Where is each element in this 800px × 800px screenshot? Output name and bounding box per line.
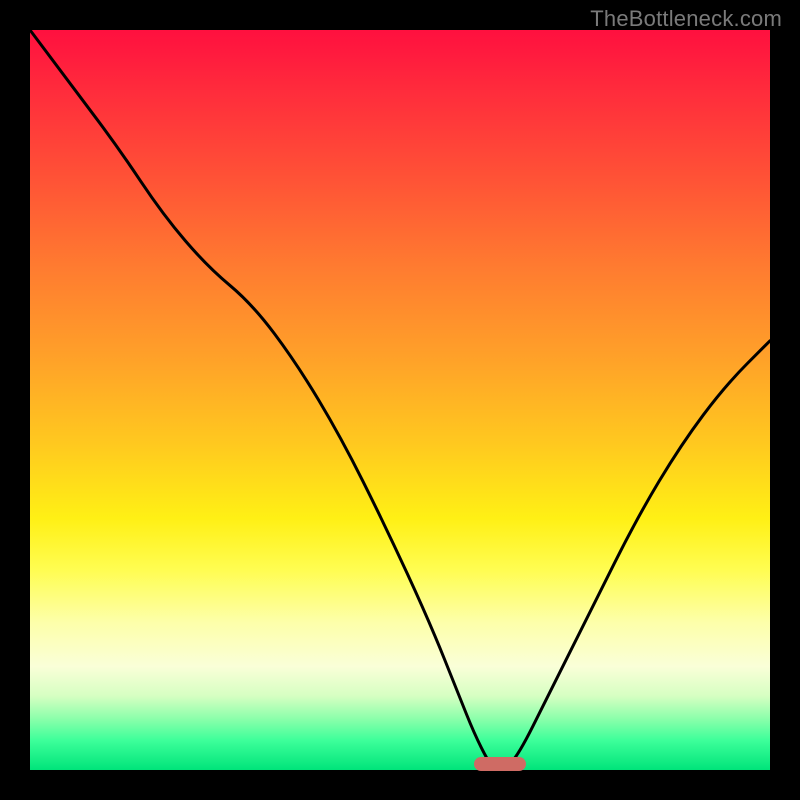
plot-area (30, 30, 770, 770)
curve-path (30, 30, 770, 770)
bottleneck-curve (30, 30, 770, 770)
chart-frame: TheBottleneck.com (0, 0, 800, 800)
optimal-range-marker (474, 757, 526, 771)
watermark-text: TheBottleneck.com (590, 6, 782, 32)
